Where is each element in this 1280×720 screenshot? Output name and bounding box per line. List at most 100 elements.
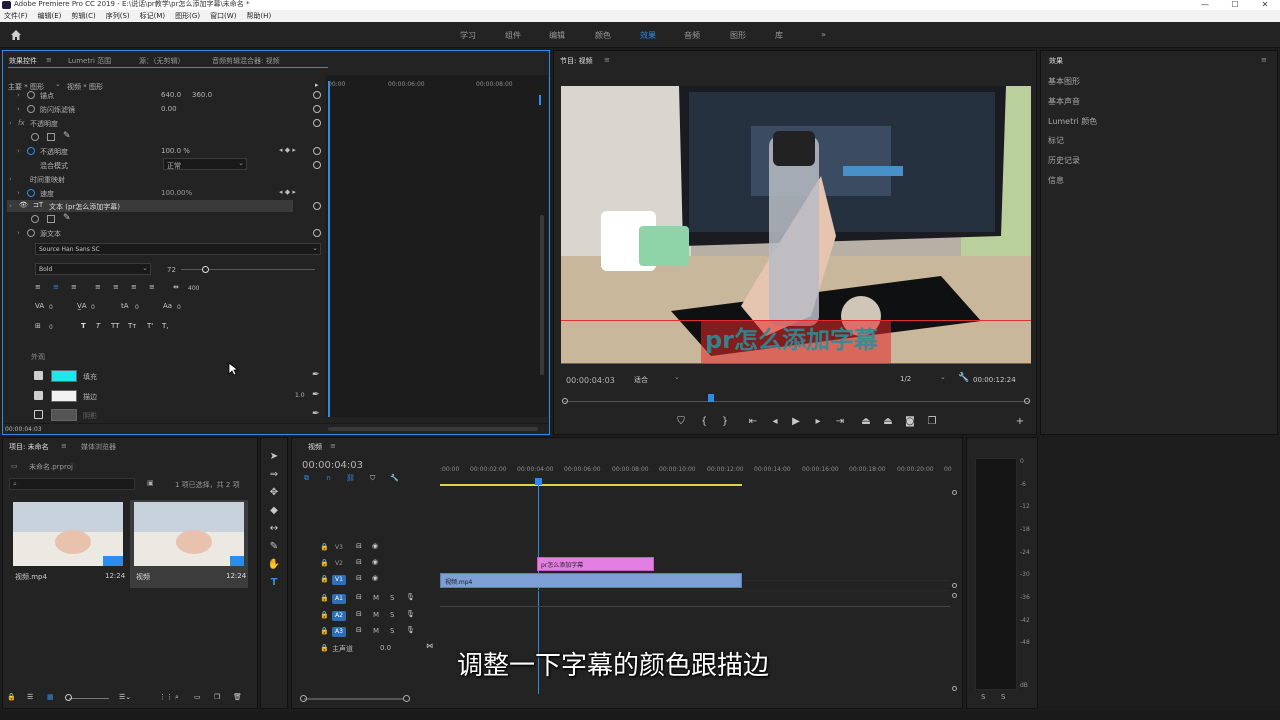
eye-icon[interactable]: 👁 xyxy=(19,201,28,209)
kerning-value[interactable]: 0 xyxy=(49,304,53,311)
anchor-stopwatch-icon[interactable] xyxy=(27,91,35,99)
menu-file[interactable]: 文件(F) xyxy=(4,10,28,22)
menu-graphics[interactable]: 图形(G) xyxy=(175,10,200,22)
snap-icon[interactable]: ∩ xyxy=(326,474,331,482)
stroke-color-swatch[interactable] xyxy=(51,390,77,402)
track-label[interactable]: A2 xyxy=(332,611,346,621)
text-layer-reset-icon[interactable] xyxy=(313,202,321,210)
pen-tool-icon[interactable]: ✎ xyxy=(267,540,281,554)
all-caps-button[interactable]: TT xyxy=(111,322,119,330)
mark-in-icon[interactable]: { xyxy=(697,415,711,429)
find-icon[interactable]: ⌕ xyxy=(175,693,179,702)
mute-button[interactable]: M xyxy=(373,594,379,602)
master-volume-value[interactable]: 0.0 xyxy=(380,644,391,652)
razor-tool-icon[interactable]: ◆ xyxy=(267,504,281,518)
align-right-icon[interactable]: ≡ xyxy=(71,283,77,291)
workspace-tab-audio[interactable]: 音频 xyxy=(684,30,700,41)
ec-scrollbar[interactable] xyxy=(540,215,544,375)
slip-tool-icon[interactable]: ↔ xyxy=(267,522,281,536)
ec-expand-icon[interactable]: › xyxy=(9,202,12,210)
ec-expand-icon[interactable]: › xyxy=(9,175,12,183)
scrub-end-handle[interactable] xyxy=(1024,398,1030,404)
opacity-reset-icon[interactable] xyxy=(313,147,321,155)
vd-value[interactable]: 0 xyxy=(91,304,95,311)
lock-icon[interactable]: 🔒 xyxy=(7,693,16,701)
flicker-value[interactable]: 0.00 xyxy=(161,105,177,113)
extract-icon[interactable]: ⏏ xyxy=(881,415,895,429)
anchor-reset-icon[interactable] xyxy=(313,91,321,99)
fit-dropdown[interactable]: 适合 ⌄ xyxy=(632,373,684,385)
fx-icon[interactable]: fx xyxy=(18,119,25,127)
add-marker-icon[interactable]: ⛉ xyxy=(674,415,688,429)
lift-icon[interactable]: ⏏ xyxy=(859,415,873,429)
stroke-checkbox[interactable] xyxy=(34,391,43,400)
panel-info[interactable]: 信息 xyxy=(1048,175,1064,186)
text-rect-mask-icon[interactable] xyxy=(47,215,55,223)
sync-lock-icon[interactable]: ⊟ xyxy=(356,626,362,634)
speed-keyframe-nav-icon[interactable]: ◂ ◆ ▸ xyxy=(279,188,296,196)
lock-icon[interactable]: 🔒 xyxy=(320,559,329,567)
minimize-button[interactable]: — xyxy=(1190,0,1220,9)
sort-icon[interactable]: ☰⌄ xyxy=(119,693,131,701)
small-caps-button[interactable]: Tт xyxy=(128,322,136,330)
ec-expand-icon[interactable]: › xyxy=(17,91,20,99)
opacity-value[interactable]: 100.0 % xyxy=(161,147,190,155)
menu-window[interactable]: 窗口(W) xyxy=(210,10,236,22)
menu-edit[interactable]: 编辑(E) xyxy=(38,10,62,22)
speed-stopwatch-icon[interactable] xyxy=(27,189,35,197)
project-item-videomp4[interactable]: 视频.mp4 12:24 xyxy=(13,502,125,586)
vscroll-handle[interactable] xyxy=(952,583,957,588)
workspace-more-icon[interactable]: » xyxy=(821,30,826,39)
new-bin-icon[interactable]: ▣ xyxy=(147,479,154,487)
justify-left-icon[interactable]: ≡ xyxy=(95,283,101,291)
icon-view-icon[interactable]: ▦ xyxy=(47,693,54,701)
project-item-sequence[interactable]: 视频 12:24 xyxy=(130,500,248,588)
superscript-button[interactable]: T' xyxy=(147,322,153,330)
track-label[interactable]: A3 xyxy=(332,627,346,637)
leading-value[interactable]: 0 xyxy=(135,304,139,311)
zoom-start-handle[interactable] xyxy=(300,695,307,702)
type-tool-icon[interactable]: T xyxy=(267,576,281,590)
hand-tool-icon[interactable]: ✋ xyxy=(267,558,281,572)
ec-expand-icon[interactable]: › xyxy=(17,229,20,237)
solo-button[interactable]: S xyxy=(390,594,394,602)
fill-checkbox[interactable] xyxy=(34,371,43,380)
menu-sequence[interactable]: 序列(S) xyxy=(106,10,130,22)
linked-selection-icon[interactable]: ⛓ xyxy=(346,474,355,482)
anchor-y-value[interactable]: 360.0 xyxy=(192,91,212,99)
home-icon[interactable] xyxy=(10,29,22,41)
vscroll-handle[interactable] xyxy=(952,686,957,691)
trash-icon[interactable]: 🗑 xyxy=(233,693,242,701)
solo-button[interactable]: S xyxy=(390,611,394,619)
subscript-button[interactable]: T, xyxy=(162,322,169,330)
tab-lumetri-scopes[interactable]: Lumetri 范围 xyxy=(68,56,111,66)
tab-effect-controls[interactable]: 效果控件 xyxy=(9,56,37,66)
timeline-menu-icon[interactable]: ≡ xyxy=(330,442,336,450)
solo-left-button[interactable]: S xyxy=(981,693,985,701)
camera-icon[interactable]: ◙ xyxy=(903,415,917,429)
eye-icon[interactable]: ◉ xyxy=(372,558,378,566)
timeline-timecode[interactable]: 00:00:04:03 xyxy=(302,460,363,471)
workspace-tab-learn[interactable]: 学习 xyxy=(460,30,476,41)
rect-mask-icon[interactable] xyxy=(47,133,55,141)
ec-timecode[interactable]: 00:00:04:03 xyxy=(5,426,42,433)
track-label[interactable]: V3 xyxy=(332,543,346,553)
ec-zoom-scrollbar[interactable] xyxy=(328,427,538,431)
zoom-slider[interactable] xyxy=(69,698,109,699)
go-to-out-icon[interactable]: ⇥ xyxy=(833,415,847,429)
speed-value[interactable]: 100.00% xyxy=(161,189,192,197)
timeline-ruler[interactable]: :00:00 00:00:02:00 00:00:04:00 00:00:06:… xyxy=(440,464,952,478)
blend-mode-dropdown[interactable]: 正常 ⌄ xyxy=(163,158,247,170)
flicker-reset-icon[interactable] xyxy=(313,105,321,113)
ec-expand-icon[interactable]: › xyxy=(17,105,20,113)
source-dropdown-icon[interactable]: ⌄ xyxy=(55,80,61,88)
shadow-checkbox[interactable] xyxy=(34,410,43,419)
scrub-start-handle[interactable] xyxy=(562,398,568,404)
add-button-icon[interactable]: + xyxy=(1013,415,1027,429)
menu-clip[interactable]: 剪辑(C) xyxy=(71,10,95,22)
ripple-edit-tool-icon[interactable]: ✥ xyxy=(267,486,281,500)
clip-label[interactable]: 视频 * 图形 xyxy=(67,82,103,92)
ec-expand-icon[interactable]: ▸ xyxy=(315,81,319,89)
video-clip[interactable]: 视频.mp4 xyxy=(440,573,742,588)
tracking-value[interactable]: 400 xyxy=(188,285,199,292)
